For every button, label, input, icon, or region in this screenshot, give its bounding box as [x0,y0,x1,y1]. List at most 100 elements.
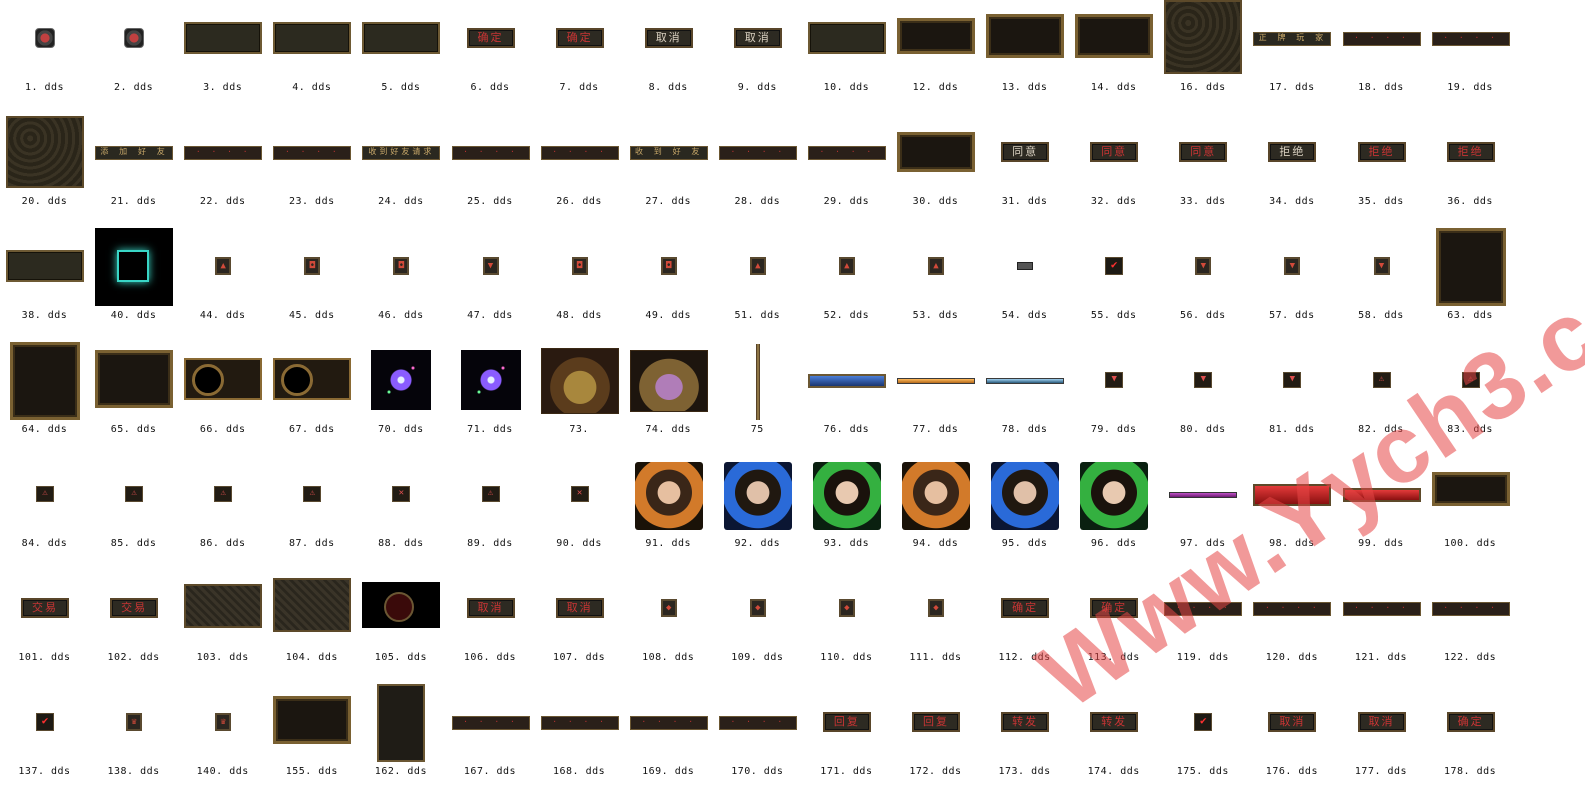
asset-tile[interactable]: 103. dds [178,570,267,684]
asset-tile[interactable]: ⚠ 82. dds [1337,342,1426,456]
asset-tile[interactable]: ▲ 53. dds [891,228,980,342]
asset-tile[interactable]: · · · · 23. dds [267,114,356,228]
asset-tile[interactable]: 14. dds [1069,0,1158,114]
asset-tile[interactable]: · · · · 29. dds [802,114,891,228]
asset-tile[interactable]: · · · · 169. dds [624,684,713,798]
asset-tile[interactable]: 54. dds [980,228,1069,342]
asset-tile[interactable]: 收 到 好 友 27. dds [624,114,713,228]
asset-tile[interactable]: ▼ 80. dds [1158,342,1247,456]
asset-tile[interactable]: 确定 113. dds [1069,570,1158,684]
asset-tile[interactable]: ⚠ 87. dds [267,456,356,570]
asset-tile[interactable]: ⚠ 84. dds [0,456,89,570]
asset-tile[interactable]: ◆ 109. dds [713,570,802,684]
asset-tile[interactable]: ▼ 79. dds [1069,342,1158,456]
asset-tile[interactable]: · · · · 25. dds [446,114,535,228]
asset-tile[interactable]: ✔ 55. dds [1069,228,1158,342]
asset-tile[interactable]: 拒绝 35. dds [1337,114,1426,228]
asset-tile[interactable]: 64. dds [0,342,89,456]
asset-tile[interactable]: ⚠ 83. dds [1426,342,1515,456]
asset-tile[interactable]: ▼ 56. dds [1158,228,1247,342]
asset-tile[interactable]: ◘ 45. dds [267,228,356,342]
asset-tile[interactable]: 12. dds [891,0,980,114]
asset-tile[interactable]: 99. dds [1337,456,1426,570]
asset-tile[interactable]: 93. dds [802,456,891,570]
asset-tile[interactable]: 拒绝 34. dds [1247,114,1336,228]
asset-tile[interactable]: 确定 7. dds [535,0,624,114]
asset-tile[interactable]: ◘ 49. dds [624,228,713,342]
asset-tile[interactable]: ✕ 90. dds [535,456,624,570]
asset-tile[interactable]: 取消 8. dds [624,0,713,114]
asset-tile[interactable]: ◆ 110. dds [802,570,891,684]
asset-tile[interactable]: · · · · 22. dds [178,114,267,228]
asset-tile[interactable]: 40. dds [89,228,178,342]
asset-tile[interactable]: ♛ 140. dds [178,684,267,798]
asset-tile[interactable]: ✔ 175. dds [1158,684,1247,798]
asset-tile[interactable]: · · · · 119. dds [1158,570,1247,684]
asset-tile[interactable]: · · · · 122. dds [1426,570,1515,684]
asset-tile[interactable]: · · · · 170. dds [713,684,802,798]
asset-tile[interactable]: 95. dds [980,456,1069,570]
asset-tile[interactable]: 63. dds [1426,228,1515,342]
asset-tile[interactable]: 97. dds [1158,456,1247,570]
asset-tile[interactable]: 转发 174. dds [1069,684,1158,798]
asset-tile[interactable]: ▲ 52. dds [802,228,891,342]
asset-tile[interactable]: ▼ 47. dds [446,228,535,342]
asset-tile[interactable]: 交易 102. dds [89,570,178,684]
asset-tile[interactable]: 添 加 好 友 21. dds [89,114,178,228]
asset-tile[interactable]: 13. dds [980,0,1069,114]
asset-tile[interactable]: 10. dds [802,0,891,114]
asset-tile[interactable]: 确定 6. dds [446,0,535,114]
asset-tile[interactable]: 3. dds [178,0,267,114]
asset-tile[interactable]: ⚠ 89. dds [446,456,535,570]
asset-tile[interactable]: 2. dds [89,0,178,114]
asset-tile[interactable]: 交易 101. dds [0,570,89,684]
asset-tile[interactable]: 73. [535,342,624,456]
asset-tile[interactable]: 96. dds [1069,456,1158,570]
asset-tile[interactable]: 正 牌 玩 家 17. dds [1247,0,1336,114]
asset-tile[interactable]: 取消 107. dds [535,570,624,684]
asset-tile[interactable]: 确定 112. dds [980,570,1069,684]
asset-tile[interactable]: · · · · 26. dds [535,114,624,228]
asset-tile[interactable]: 1. dds [0,0,89,114]
asset-tile[interactable]: 100. dds [1426,456,1515,570]
asset-tile[interactable]: ▲ 44. dds [178,228,267,342]
asset-tile[interactable]: 78. dds [980,342,1069,456]
asset-tile[interactable]: 同意 31. dds [980,114,1069,228]
asset-tile[interactable]: 取消 176. dds [1247,684,1336,798]
asset-tile[interactable]: 67. dds [267,342,356,456]
asset-tile[interactable]: 16. dds [1158,0,1247,114]
asset-tile[interactable]: · · · · 28. dds [713,114,802,228]
asset-tile[interactable]: ▼ 57. dds [1247,228,1336,342]
asset-tile[interactable]: 回复 171. dds [802,684,891,798]
asset-tile[interactable]: 75 [713,342,802,456]
asset-tile[interactable]: ⚠ 85. dds [89,456,178,570]
asset-tile[interactable]: 162. dds [356,684,445,798]
asset-tile[interactable]: 74. dds [624,342,713,456]
asset-tile[interactable]: 105. dds [356,570,445,684]
asset-tile[interactable]: · · · · 121. dds [1337,570,1426,684]
asset-tile[interactable]: 确定 178. dds [1426,684,1515,798]
asset-tile[interactable]: 91. dds [624,456,713,570]
asset-tile[interactable]: 71. dds [446,342,535,456]
asset-tile[interactable]: · · · · 120. dds [1247,570,1336,684]
asset-tile[interactable]: 收到好友请求 24. dds [356,114,445,228]
asset-tile[interactable]: 155. dds [267,684,356,798]
asset-tile[interactable]: 70. dds [356,342,445,456]
asset-tile[interactable]: 取消 177. dds [1337,684,1426,798]
asset-tile[interactable]: 66. dds [178,342,267,456]
asset-tile[interactable]: 回复 172. dds [891,684,980,798]
asset-tile[interactable]: ✔ 137. dds [0,684,89,798]
asset-tile[interactable]: ◆ 108. dds [624,570,713,684]
asset-tile[interactable]: ♛ 138. dds [89,684,178,798]
asset-tile[interactable]: ▼ 58. dds [1337,228,1426,342]
asset-tile[interactable]: 30. dds [891,114,980,228]
asset-tile[interactable]: 98. dds [1247,456,1336,570]
asset-tile[interactable]: · · · · 168. dds [535,684,624,798]
asset-tile[interactable]: 77. dds [891,342,980,456]
asset-tile[interactable]: ▲ 51. dds [713,228,802,342]
asset-tile[interactable]: · · · · 19. dds [1426,0,1515,114]
asset-tile[interactable]: ▼ 81. dds [1247,342,1336,456]
asset-tile[interactable]: 同意 32. dds [1069,114,1158,228]
asset-tile[interactable]: 同意 33. dds [1158,114,1247,228]
asset-tile[interactable]: ✕ 88. dds [356,456,445,570]
